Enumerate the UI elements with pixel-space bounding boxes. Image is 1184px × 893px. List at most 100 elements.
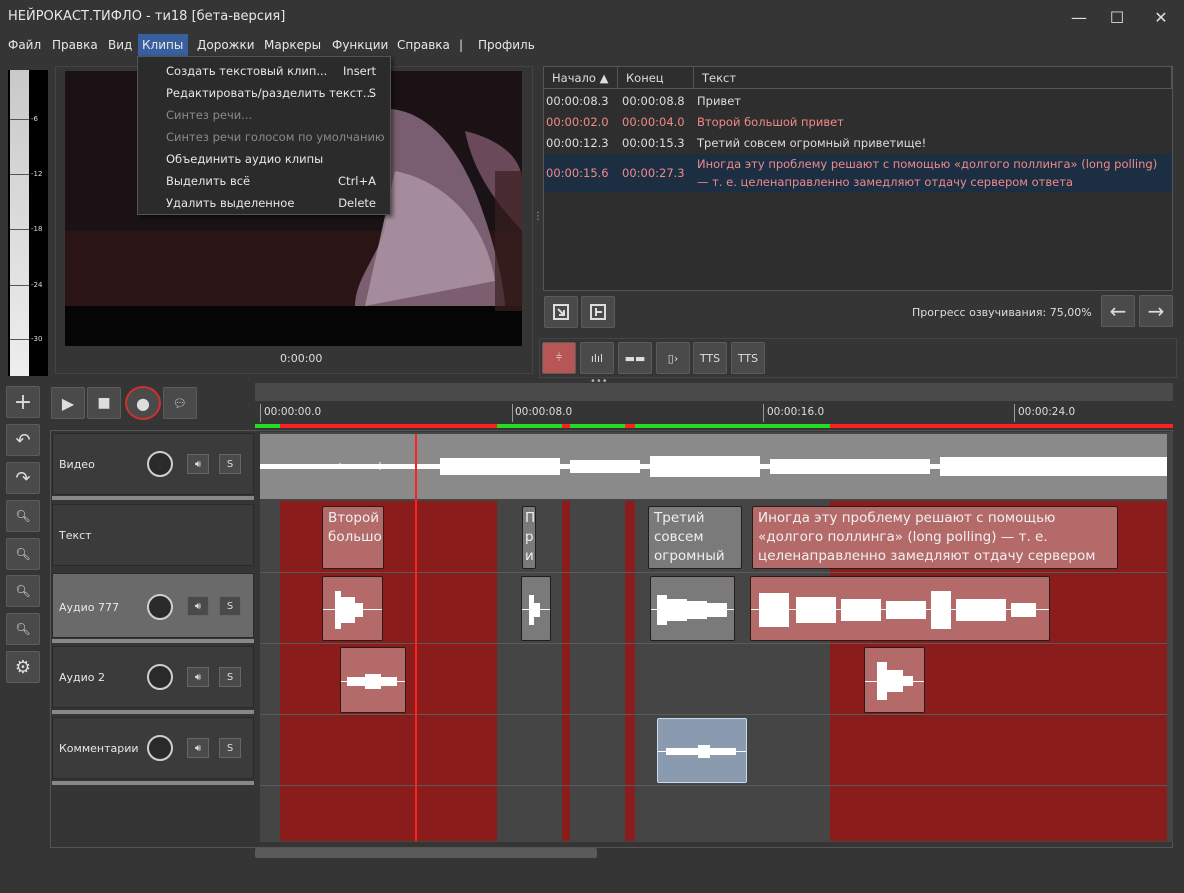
vu-label: -6 — [31, 115, 38, 123]
menu-help[interactable]: Справка — [393, 34, 454, 56]
add-track-button[interactable]: + — [6, 386, 40, 418]
menu-profile[interactable]: Профиль — [474, 34, 539, 56]
export-icon — [590, 304, 606, 320]
splitter-handle[interactable]: ⋮ — [533, 212, 543, 229]
import-icon — [553, 304, 569, 320]
mute-button[interactable]: 🔊︎ — [187, 454, 209, 474]
insert-tool-button[interactable]: ▯› — [656, 342, 690, 374]
audio-clip[interactable] — [650, 576, 735, 641]
play-button[interactable]: ▶ — [51, 387, 85, 419]
col-start[interactable]: Начало ▲ — [544, 67, 618, 89]
track-name: Комментарии — [59, 742, 139, 755]
waveform-tool-button[interactable]: ılıl — [580, 342, 614, 374]
tts-button-2[interactable]: TTS — [731, 342, 765, 374]
menu-item-create-text-clip[interactable]: Создать текстовый клип... Insert — [138, 60, 390, 82]
volume-knob[interactable] — [147, 664, 173, 690]
col-text[interactable]: Текст — [694, 67, 1172, 89]
volume-knob[interactable] — [147, 735, 173, 761]
stop-button[interactable]: ■ — [87, 387, 121, 419]
zoom-out-vertical-button[interactable]: 🔍︎ — [6, 613, 40, 645]
mute-button[interactable]: 🔊︎ — [187, 596, 209, 616]
table-row-selected[interactable]: 00:00:15.6 00:00:27.3 Иногда эту проблему… — [544, 154, 1172, 192]
mute-button[interactable]: 🔊︎ — [187, 667, 209, 687]
audio-clip[interactable] — [750, 576, 1050, 641]
menu-tracks[interactable]: Дорожки — [193, 34, 259, 56]
record-button[interactable]: ● — [125, 386, 161, 420]
zoom-in-icon: 🔍︎ — [15, 509, 31, 523]
track-header-comments[interactable]: Комментарии 🔊︎ S — [52, 717, 254, 779]
volume-knob[interactable] — [147, 594, 173, 620]
marker-green — [570, 424, 625, 428]
menu-item-select-all[interactable]: Выделить всё Ctrl+A — [138, 170, 390, 192]
text-clip[interactable]: Иногда эту проблему решают с помощью «до… — [752, 506, 1118, 569]
audio-waveform — [651, 595, 734, 625]
split-tool-button[interactable]: ⫩ — [542, 342, 576, 374]
audio-clip[interactable] — [521, 576, 551, 641]
menu-item-edit-split-text[interactable]: Редактировать/разделить текст... S — [138, 82, 390, 104]
gap-tool-button[interactable]: ▬▬ — [618, 342, 652, 374]
tts-button-1[interactable]: TTS — [693, 342, 727, 374]
track-header-audio2[interactable]: Аудио 2 🔊︎ S — [52, 646, 254, 708]
text-clip[interactable]: Третий совсем огромный — [648, 506, 742, 569]
volume-knob[interactable] — [147, 451, 173, 477]
comment-button[interactable]: 💬︎ — [163, 387, 197, 419]
red-zone — [562, 501, 570, 841]
text-clip[interactable]: П р и — [522, 506, 536, 569]
audio-waveform — [522, 595, 550, 625]
undo-button[interactable]: ↶ — [6, 424, 40, 456]
video-time: 0:00:00 — [280, 352, 323, 365]
zoom-out-icon: 🔍︎ — [15, 547, 31, 561]
play-icon: ▶ — [61, 393, 75, 413]
table-row[interactable]: 00:00:12.3 00:00:15.3 Третий совсем огромн… — [544, 136, 1172, 154]
vu-meter-level — [10, 70, 29, 376]
track-name: Видео — [59, 458, 95, 471]
track-header-text[interactable]: Текст — [52, 504, 254, 566]
track-splitter[interactable] — [52, 710, 254, 714]
ruler-tick — [260, 404, 261, 422]
solo-button[interactable]: S — [219, 738, 241, 758]
col-end[interactable]: Конец — [618, 67, 694, 89]
zoom-in-horizontal-button[interactable]: 🔍︎ — [6, 500, 40, 532]
zoom-in-vertical-button[interactable]: 🔍︎ — [6, 575, 40, 607]
text-clip[interactable]: Второй большой — [322, 506, 384, 569]
dubbing-progress: Прогресс озвучивания: 75,00% — [912, 306, 1092, 319]
track-splitter[interactable] — [52, 496, 254, 500]
prev-button[interactable]: ← — [1101, 295, 1135, 327]
comment-audio-clip[interactable] — [657, 718, 747, 783]
table-row[interactable]: 00:00:08.3 00:00:08.8 Привет — [544, 94, 1172, 112]
redo-button[interactable]: ↷ — [6, 462, 40, 494]
close-button[interactable]: ✕ — [1138, 0, 1184, 34]
menu-view[interactable]: Вид — [104, 34, 136, 56]
menu-item-merge-audio[interactable]: Объединить аудио клипы — [138, 148, 390, 170]
menu-item-delete-selected[interactable]: Удалить выделенное Delete — [138, 192, 390, 214]
subtitle-import-button[interactable] — [544, 296, 578, 328]
arrow-right-icon: → — [1147, 299, 1165, 323]
top-scrollbar[interactable] — [255, 383, 1173, 401]
menu-file[interactable]: Файл — [4, 34, 45, 56]
track-header-video[interactable]: Видео 🔊︎ S — [52, 433, 254, 495]
maximize-button[interactable]: ☐ — [1094, 0, 1140, 34]
solo-button[interactable]: S — [219, 667, 241, 687]
audio-clip[interactable] — [864, 647, 925, 713]
menu-markers[interactable]: Маркеры — [260, 34, 325, 56]
mute-button[interactable]: 🔊︎ — [187, 738, 209, 758]
menu-clips[interactable]: Клипы — [138, 34, 188, 56]
solo-button[interactable]: S — [219, 596, 241, 616]
menu-functions[interactable]: Функции — [328, 34, 392, 56]
playhead[interactable] — [415, 434, 417, 841]
subtitle-export-button[interactable] — [581, 296, 615, 328]
menu-edit[interactable]: Правка — [48, 34, 102, 56]
horizontal-scrollbar[interactable] — [255, 848, 597, 858]
settings-button[interactable]: ⚙ — [6, 651, 40, 683]
audio-clip[interactable] — [322, 576, 383, 641]
track-splitter[interactable] — [52, 781, 254, 785]
solo-button[interactable]: S — [219, 454, 241, 474]
next-button[interactable]: → — [1139, 295, 1173, 327]
track-splitter[interactable] — [52, 639, 254, 643]
red-zone — [625, 501, 635, 841]
track-header-audio777[interactable]: Аудио 777 🔊︎ S — [52, 573, 254, 638]
zoom-out-horizontal-button[interactable]: 🔍︎ — [6, 538, 40, 570]
audio-clip[interactable] — [340, 647, 406, 713]
ruler-label: 00:00:24.0 — [1018, 406, 1076, 418]
table-row[interactable]: 00:00:02.0 00:00:04.0 Второй большой приве… — [544, 115, 1172, 133]
